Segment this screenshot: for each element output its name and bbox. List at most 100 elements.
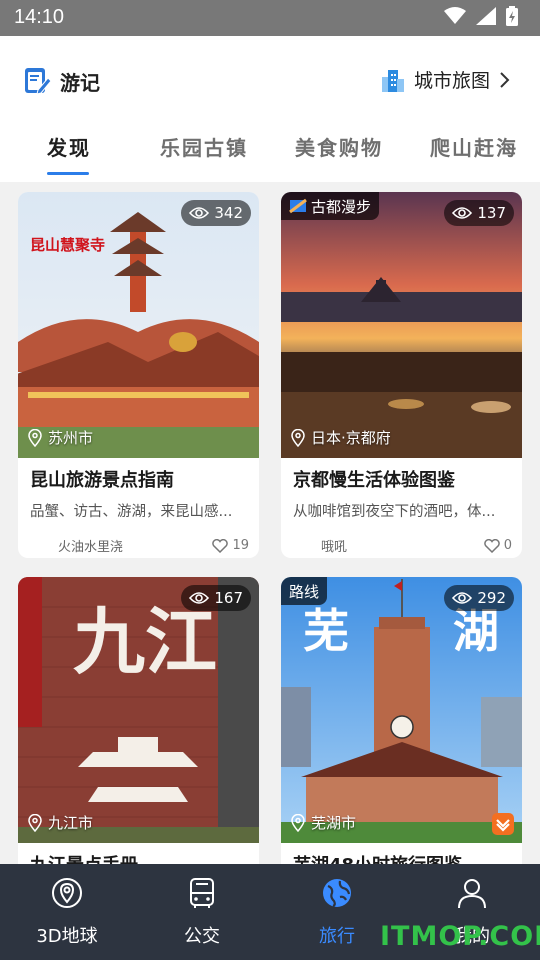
app-title-group: 游记: [22, 66, 100, 96]
user-icon: [458, 879, 486, 909]
location-pin-icon: [291, 428, 305, 447]
kyoto-bar-photo: [281, 192, 522, 458]
overlay-text-right: 湖: [453, 604, 499, 658]
app-header: 游记 城市旅图: [0, 36, 540, 126]
view-count: 342: [214, 204, 243, 222]
eye-icon: [452, 207, 473, 219]
bottom-navigation: 3D地球 公交 旅行 我的 ITMOP.COM: [0, 864, 540, 960]
views-badge: 342: [181, 200, 251, 226]
author-name[interactable]: 哦吼: [293, 536, 347, 555]
travel-globe-icon: [323, 879, 351, 908]
mural-text: 九江: [73, 599, 217, 684]
location-pin-icon: [28, 428, 42, 447]
tab-food-shopping[interactable]: 美食购物: [295, 132, 383, 161]
card-title: 京都慢生活体验图鉴: [293, 470, 455, 491]
temple-sign-text: 昆山慧聚寺: [30, 236, 105, 254]
signal-icon: [476, 7, 496, 25]
like-count: 19: [232, 538, 249, 553]
overlay-text-left: 芜: [303, 604, 349, 658]
location-label: 九江市: [48, 814, 94, 832]
heart-icon: [212, 538, 229, 553]
nav-label: 旅行: [319, 926, 355, 947]
page-title: 游记: [60, 70, 100, 95]
city-map-label: 城市旅图: [413, 70, 490, 92]
card-body: 九江景点手册: [18, 843, 259, 864]
location-label: 芜湖市: [311, 814, 357, 832]
card-footer: 火油水里浇 19: [30, 536, 249, 555]
status-bar: 14:10: [0, 0, 540, 36]
card-cover-image: 昆山慧聚寺 342 苏州市: [18, 192, 259, 458]
card-body: 芜湖48小时旅行图鉴: [281, 843, 522, 864]
card-location: 苏州市: [28, 427, 93, 448]
location-pin-icon: [28, 813, 42, 832]
card-title: 芜湖48小时旅行图鉴: [293, 851, 512, 864]
heart-icon: [483, 538, 500, 553]
chevron-down-icon: [496, 819, 510, 832]
notebook-icon: [25, 68, 52, 95]
card-title: 九江景点手册: [30, 851, 249, 864]
views-badge: 137: [444, 200, 514, 226]
bus-icon: [190, 878, 214, 908]
expand-badge[interactable]: [492, 813, 514, 835]
views-badge: 292: [444, 585, 514, 611]
card-footer: 哦吼 0: [293, 536, 512, 555]
card-location: 芜湖市: [291, 812, 356, 833]
card-location: 日本·京都府: [291, 427, 391, 448]
travelogue-card[interactable]: 古都漫步 137 日本·京都府 京都慢生活体验图鉴 从咖啡馆到夜空下的酒吧，体.…: [281, 192, 522, 558]
card-title: 昆山旅游景点指南: [30, 470, 174, 491]
battery-icon: [506, 6, 518, 26]
author-name[interactable]: 火油水里浇: [30, 536, 123, 555]
city-buildings-icon: [381, 69, 404, 92]
location-label: 苏州市: [48, 429, 94, 447]
card-tag: 路线: [281, 577, 328, 605]
nav-label: 公交: [184, 926, 220, 947]
watermark: ITMOP.COM: [380, 921, 540, 952]
eye-icon: [189, 207, 210, 219]
location-label: 日本·京都府: [311, 429, 391, 447]
view-count: 167: [214, 589, 243, 607]
status-icons: [444, 6, 518, 26]
jiujiang-mural-photo: 九江: [18, 577, 259, 843]
eye-icon: [189, 592, 210, 604]
nav-item-bus[interactable]: 公交: [142, 864, 262, 960]
nav-label: 3D地球: [36, 926, 98, 947]
travelogue-card[interactable]: 昆山慧聚寺 342 苏州市 昆山旅游景点指南 品蟹、访古、游湖，来昆山感... …: [18, 192, 259, 558]
tag-label: 古都漫步: [311, 197, 372, 216]
card-description: 从咖啡馆到夜空下的酒吧，体...: [293, 504, 496, 520]
view-count: 292: [477, 589, 506, 607]
like-button[interactable]: 19: [212, 538, 249, 553]
category-tabs: 发现 乐园古镇 美食购物 爬山赶海: [0, 126, 540, 182]
card-body: 京都慢生活体验图鉴 从咖啡馆到夜空下的酒吧，体... 哦吼 0: [281, 458, 522, 558]
tag-label: 路线: [289, 582, 320, 601]
location-pin-icon: [291, 813, 305, 832]
city-map-button[interactable]: 城市旅图: [380, 66, 510, 93]
like-button[interactable]: 0: [483, 538, 512, 553]
card-location: 九江市: [28, 812, 93, 833]
card-cover-image: 九江 167 九江市: [18, 577, 259, 843]
card-cover-image: 古都漫步 137 日本·京都府: [281, 192, 522, 458]
travel-feed[interactable]: 昆山慧聚寺 342 苏州市 昆山旅游景点指南 品蟹、访古、游湖，来昆山感... …: [0, 182, 540, 864]
nav-item-travel[interactable]: 旅行: [277, 864, 397, 960]
travelogue-card[interactable]: 芜 湖 路线 292 芜湖市 芜湖48小时旅行图鉴: [281, 577, 522, 864]
tab-discover[interactable]: 发现: [47, 132, 91, 161]
like-count: 0: [503, 538, 512, 553]
temple-photo: 昆山慧聚寺: [18, 192, 259, 458]
tab-active-indicator: [47, 172, 89, 175]
eye-icon: [452, 592, 473, 604]
card-tag: 古都漫步: [281, 192, 380, 220]
card-cover-image: 芜 湖 路线 292 芜湖市: [281, 577, 522, 843]
view-count: 137: [477, 204, 506, 222]
card-description: 品蟹、访古、游湖，来昆山感...: [30, 504, 233, 520]
chevron-right-icon: [500, 71, 510, 88]
views-badge: 167: [181, 585, 251, 611]
flag-tag-icon: [289, 198, 307, 214]
status-time: 14:10: [14, 6, 65, 28]
globe-pin-icon: [52, 878, 82, 908]
wuhu-tower-photo: 芜 湖: [281, 577, 522, 843]
card-body: 昆山旅游景点指南 品蟹、访古、游湖，来昆山感... 火油水里浇 19: [18, 458, 259, 558]
tab-parks-towns[interactable]: 乐园古镇: [160, 132, 248, 161]
tab-mountain-sea[interactable]: 爬山赶海: [430, 132, 518, 161]
travelogue-card[interactable]: 九江 167 九江市 九江景点手册: [18, 577, 259, 864]
nav-item-3d-earth[interactable]: 3D地球: [7, 864, 127, 960]
wifi-icon: [444, 7, 466, 24]
